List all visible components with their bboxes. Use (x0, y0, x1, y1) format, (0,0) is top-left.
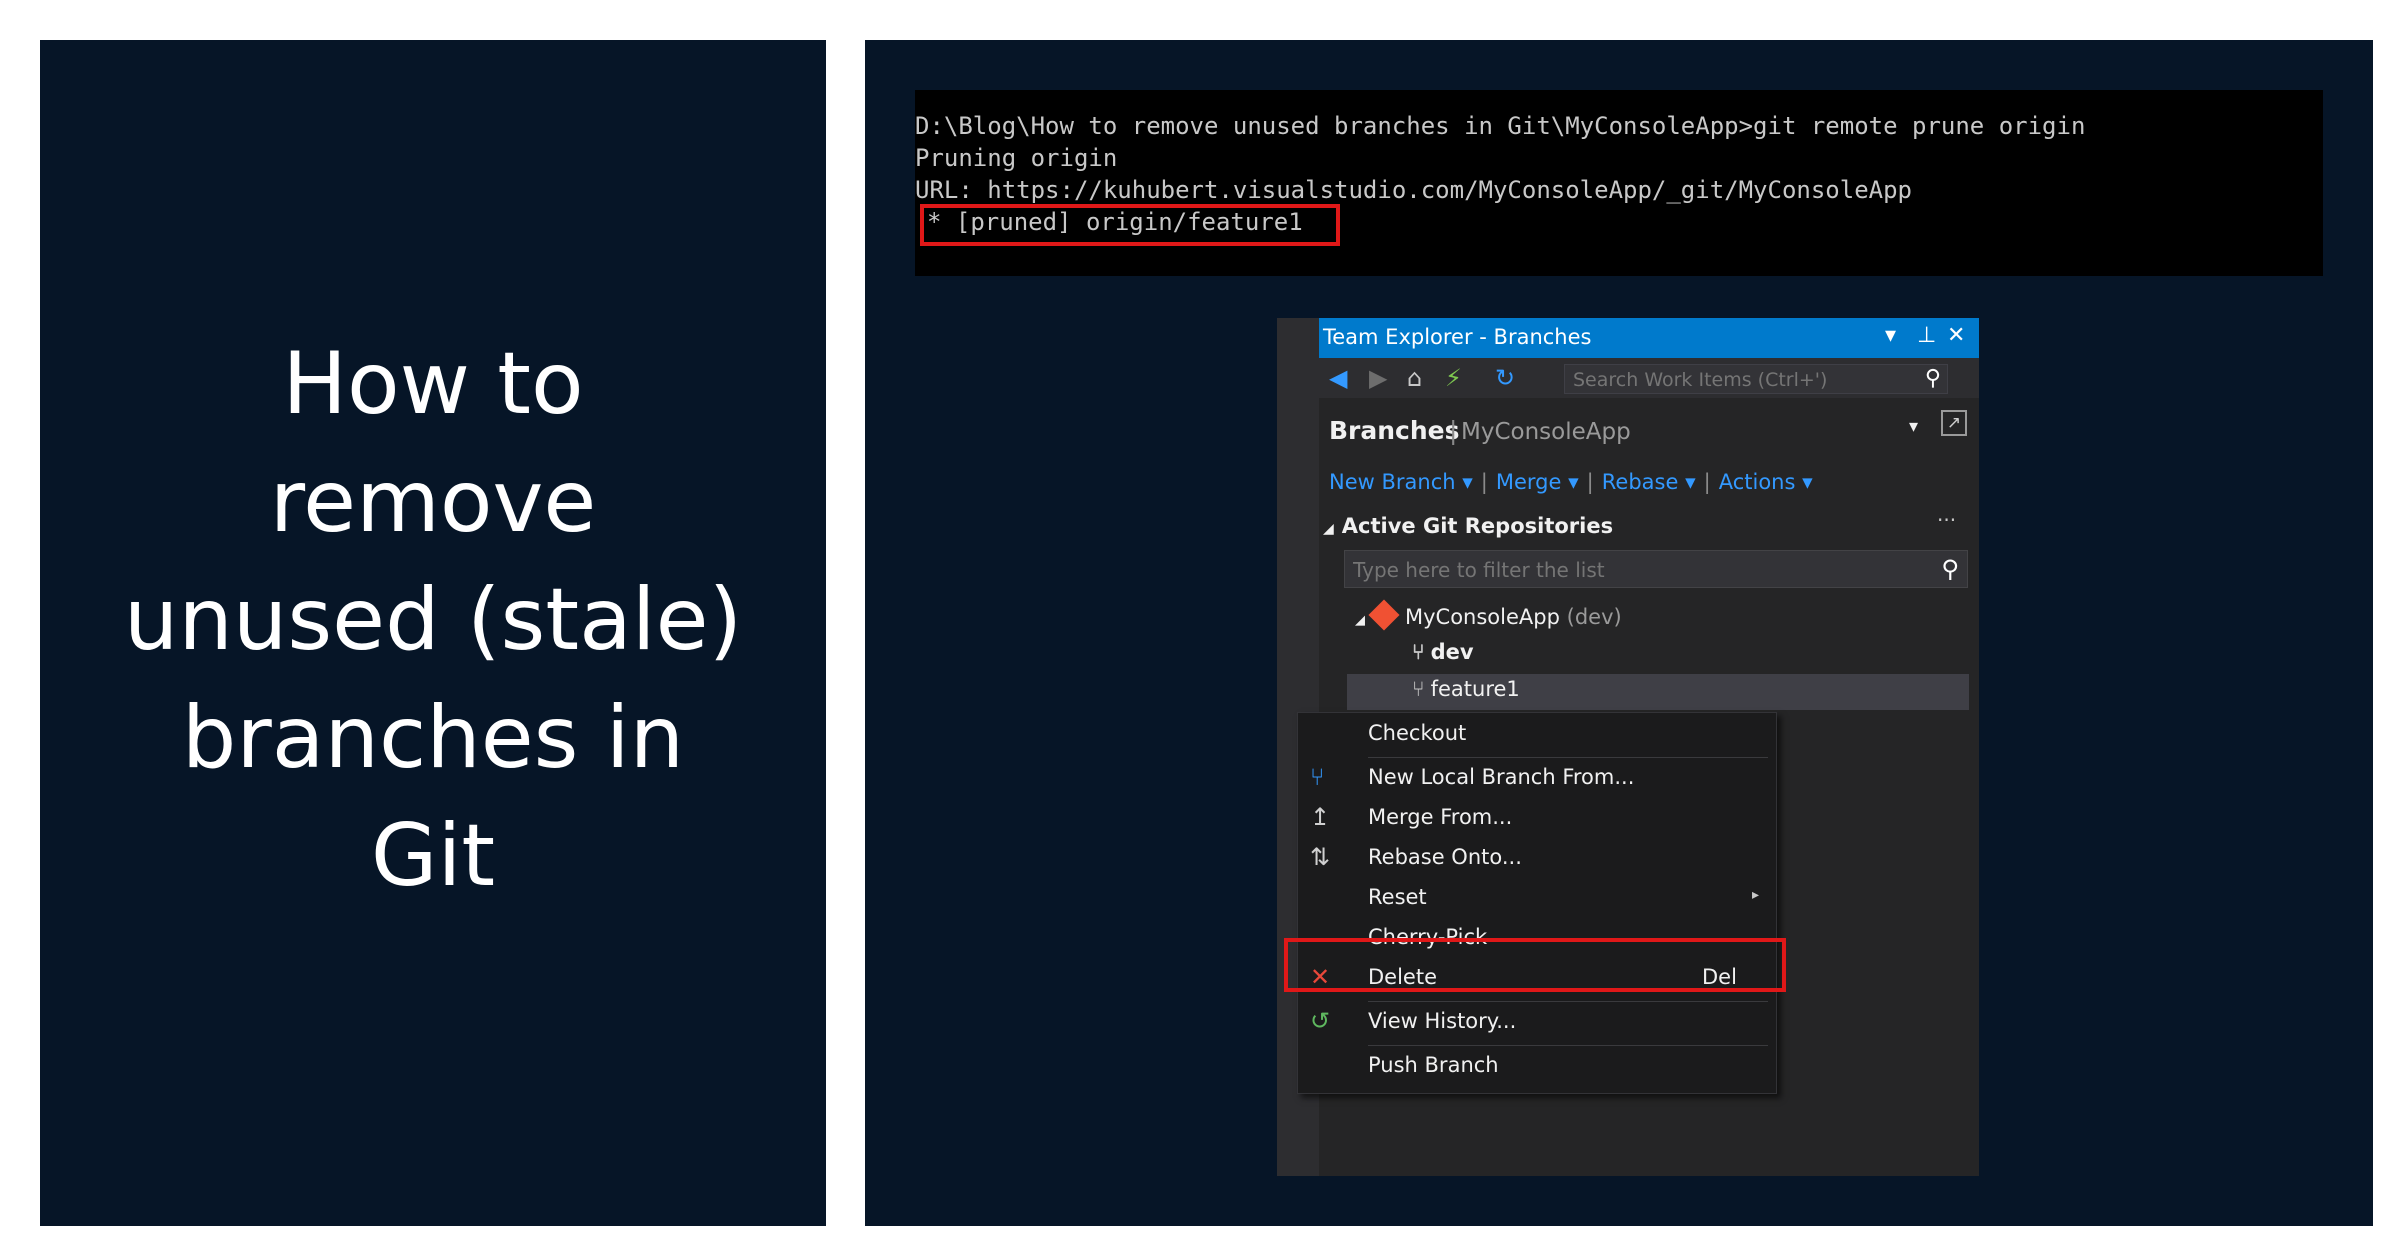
menu-item-rebase-onto[interactable]: ⇅ Rebase Onto... (1298, 839, 1776, 879)
menu-item-new-local-branch[interactable]: ⑂ New Local Branch From... (1298, 759, 1776, 799)
rebase-label: Rebase (1601, 470, 1679, 494)
merge-icon: ↥ (1310, 803, 1331, 831)
filter-box[interactable]: ⚲ (1344, 550, 1968, 588)
merge-label: Merge (1495, 470, 1562, 494)
delete-highlight-box (1284, 938, 1786, 992)
forward-icon[interactable]: ▶ (1369, 364, 1387, 392)
team-explorer-titlebar[interactable]: Team Explorer - Branches ▾ ⊥ ✕ (1319, 318, 1979, 358)
more-options-icon[interactable]: ··· (1937, 508, 1956, 532)
menu-item-reset[interactable]: Reset ▸ (1298, 879, 1776, 919)
history-icon: ↺ (1310, 1007, 1331, 1035)
search-icon[interactable]: ⚲ (1925, 366, 1941, 391)
chevron-down-icon: ▾ (1685, 470, 1696, 494)
expand-triangle-icon: ◢ (1355, 613, 1365, 628)
back-icon[interactable]: ◀ (1329, 364, 1347, 392)
terminal-output-line: Pruning origin (915, 144, 1118, 172)
merge-link[interactable]: Merge ▾ (1496, 470, 1579, 494)
actions-label: Actions (1718, 470, 1796, 494)
window-dropdown-icon[interactable]: ▾ (1885, 323, 1896, 348)
divider: | (1586, 470, 1594, 494)
repo-tree-item[interactable]: ◢ MyConsoleApp (dev) (1355, 599, 1622, 631)
chevron-down-icon: ▾ (1462, 470, 1473, 494)
actions-link[interactable]: Actions ▾ (1719, 470, 1813, 494)
title-line: How to (282, 334, 584, 434)
title-line: remove (269, 452, 597, 552)
popout-icon[interactable]: ↗ (1941, 410, 1967, 436)
rebase-link[interactable]: Rebase ▾ (1602, 470, 1696, 494)
rebase-icon: ⇅ (1310, 843, 1331, 871)
page-dropdown-icon[interactable]: ▾ (1909, 416, 1918, 437)
team-explorer-window: Team Explorer - Branches ▾ ⊥ ✕ ◀ ▶ ⌂ ⚡ ↻… (1277, 318, 1979, 1176)
search-work-items-input[interactable] (1571, 367, 1905, 393)
divider: | (1703, 470, 1711, 494)
title-line: unused (stale) (123, 570, 743, 670)
branch-name: feature1 (1430, 677, 1520, 701)
divider: | (1480, 470, 1488, 494)
section-title: Active Git Repositories (1341, 514, 1614, 538)
page-title: How to remove unused (stale) branches in… (40, 325, 826, 915)
repo-name-label: MyConsoleApp (1461, 419, 1631, 445)
branch-actions-bar: New Branch ▾ | Merge ▾ | Rebase ▾ | Actions ▾ (1329, 470, 1817, 500)
git-repo-icon (1368, 599, 1400, 631)
team-explorer-toolbar: ◀ ▶ ⌂ ⚡ ↻ ⚲ (1319, 358, 1979, 398)
chevron-down-icon: ▾ (1568, 470, 1579, 494)
menu-separator (1368, 1045, 1768, 1046)
menu-item-merge-from[interactable]: ↥ Merge From... (1298, 799, 1776, 839)
branch-name: dev (1430, 640, 1474, 664)
branch-icon: ⑂ (1412, 677, 1425, 701)
menu-item-checkout[interactable]: Checkout (1298, 715, 1776, 755)
search-work-items-box[interactable]: ⚲ (1564, 364, 1948, 394)
filter-input[interactable] (1351, 556, 1915, 584)
branch-item-dev[interactable]: ⑂ dev (1412, 640, 1474, 664)
branch-icon: ⑂ (1412, 640, 1425, 664)
search-icon[interactable]: ⚲ (1941, 555, 1959, 583)
repo-name: MyConsoleApp (1405, 605, 1560, 629)
branch-icon: ⑂ (1310, 763, 1325, 791)
home-icon[interactable]: ⌂ (1407, 364, 1422, 392)
branch-context-menu: Checkout ⑂ New Local Branch From... ↥ Me… (1297, 712, 1777, 1094)
menu-item-view-history[interactable]: ↺ View History... (1298, 1003, 1776, 1043)
terminal-command-line: D:\Blog\How to remove unused branches in… (915, 112, 2086, 140)
close-icon[interactable]: ✕ (1947, 323, 1965, 348)
refresh-icon[interactable]: ↻ (1495, 364, 1515, 392)
new-branch-label: New Branch (1329, 470, 1456, 494)
branches-heading: Branches (1329, 416, 1460, 445)
title-line: Git (370, 806, 496, 906)
chevron-down-icon: ▾ (1802, 470, 1813, 494)
submenu-arrow-icon: ▸ (1752, 887, 1760, 903)
team-explorer-title: Team Explorer - Branches (1323, 325, 1592, 349)
menu-separator (1368, 757, 1768, 758)
current-branch-tag: (dev) (1566, 605, 1622, 629)
heading-separator: | (1449, 416, 1458, 445)
terminal-output-line: URL: https://kuhubert.visualstudio.com/M… (915, 176, 1912, 204)
title-line: branches in (181, 688, 685, 788)
new-branch-link[interactable]: New Branch ▾ (1329, 470, 1473, 494)
connect-icon[interactable]: ⚡ (1445, 364, 1462, 392)
pruned-highlight-box (920, 204, 1340, 246)
menu-separator (1368, 1001, 1768, 1002)
branch-item-feature1[interactable]: ⑂ feature1 (1412, 677, 1520, 701)
terminal-window: D:\Blog\How to remove unused branches in… (915, 90, 2323, 276)
pin-icon[interactable]: ⊥ (1917, 323, 1936, 348)
title-panel: How to remove unused (stale) branches in… (40, 40, 826, 1226)
screenshot-panel: D:\Blog\How to remove unused branches in… (865, 40, 2373, 1226)
menu-item-push-branch[interactable]: Push Branch (1298, 1047, 1776, 1087)
active-repos-section-header[interactable]: ◢ Active Git Repositories (1323, 514, 1613, 538)
collapse-triangle-icon: ◢ (1323, 521, 1334, 537)
